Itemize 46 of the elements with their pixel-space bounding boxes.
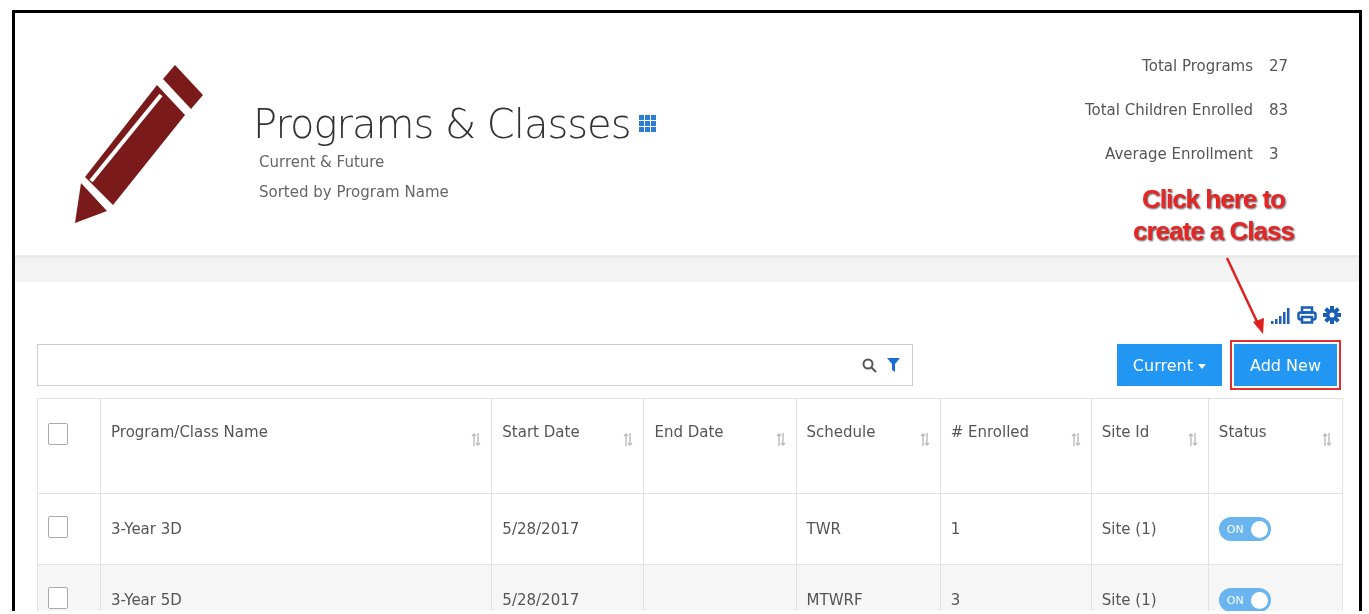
- table-cell: 3-Year 5D: [111, 591, 182, 609]
- table-cell: 5/28/2017: [502, 520, 580, 538]
- table-cell: 1: [950, 520, 961, 538]
- table-cell: 3-Year 3D: [111, 520, 182, 538]
- sort-icon[interactable]: [919, 433, 930, 446]
- stat-value: 27: [1269, 57, 1289, 75]
- search-field[interactable]: [37, 344, 913, 386]
- signal-bars-icon[interactable]: [1271, 308, 1291, 324]
- column-header[interactable]: Schedule: [806, 423, 876, 446]
- table-cell: TWR: [806, 520, 841, 538]
- search-icon[interactable]: [862, 357, 877, 373]
- checkbox[interactable]: [48, 516, 68, 538]
- column-header[interactable]: End Date: [654, 423, 724, 446]
- sort-icon[interactable]: [1322, 433, 1332, 446]
- callout-text: create a Class: [1133, 215, 1294, 247]
- sort-icon[interactable]: [623, 433, 634, 446]
- stat-value: 3: [1269, 145, 1280, 163]
- subtitle: Sorted by Program Name: [259, 182, 450, 203]
- callout-text: Click here to: [1141, 183, 1285, 215]
- table-cell: Site (1): [1101, 520, 1157, 538]
- stat-label: Total Children Enrolled: [1084, 101, 1253, 119]
- checkbox[interactable]: [48, 423, 68, 445]
- column-header[interactable]: Start Date: [502, 423, 580, 446]
- settings-icon[interactable]: [1323, 306, 1341, 324]
- sort-icon[interactable]: [1070, 433, 1081, 446]
- page-title: Programs & Classes: [253, 101, 631, 147]
- sort-icon[interactable]: [775, 433, 786, 446]
- checkbox[interactable]: [48, 587, 68, 609]
- sort-icon[interactable]: [471, 433, 482, 446]
- stat-label: Average Enrollment: [1105, 145, 1253, 163]
- filter-icon[interactable]: [887, 358, 900, 372]
- column-header[interactable]: # Enrolled: [950, 423, 1030, 446]
- column-header[interactable]: Program/Class Name: [111, 423, 268, 446]
- table-cell: 5/28/2017: [502, 591, 580, 609]
- sort-icon[interactable]: [1187, 433, 1198, 446]
- grid-icon[interactable]: [638, 115, 657, 133]
- print-icon[interactable]: [1297, 306, 1317, 324]
- table-cell: 3: [950, 591, 961, 609]
- column-header[interactable]: Status: [1218, 423, 1267, 446]
- subtitle: Current & Future: [259, 152, 386, 173]
- pencil-icon: [75, 65, 205, 225]
- stat-label: Total Programs: [1142, 57, 1253, 75]
- column-header[interactable]: Site Id: [1101, 423, 1150, 446]
- table-cell: MTWRF: [806, 591, 863, 609]
- stat-value: 83: [1269, 101, 1289, 119]
- table-cell: Site (1): [1101, 591, 1157, 609]
